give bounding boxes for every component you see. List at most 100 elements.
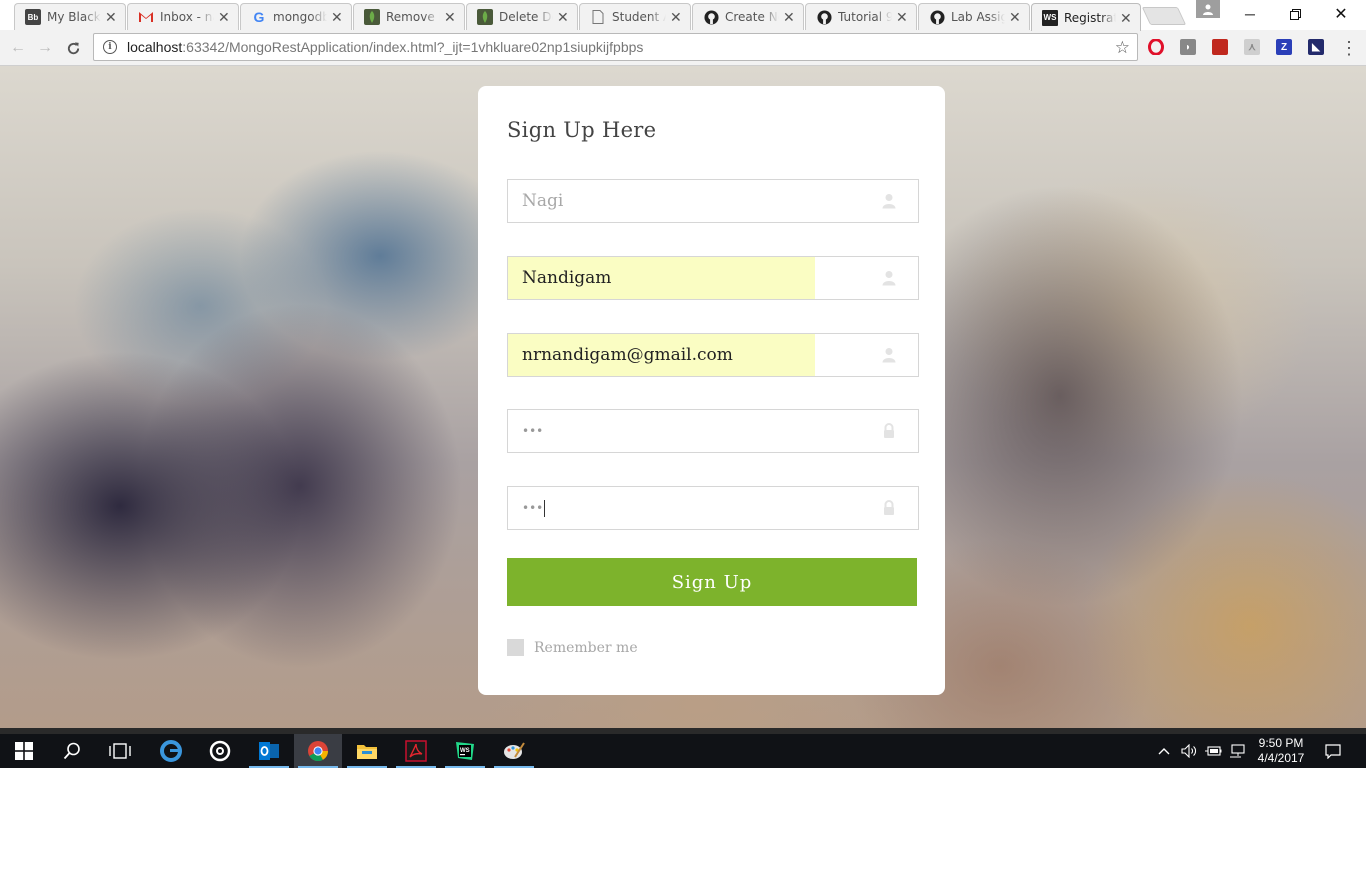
- first-name-field[interactable]: Nagi: [507, 179, 919, 223]
- browser-tab[interactable]: Inbox - na ✕: [127, 3, 239, 30]
- browser-tab[interactable]: G mongodb ✕: [240, 3, 352, 30]
- user-icon: [882, 194, 896, 209]
- signup-card: Sign Up Here Nagi Nandigam nrnandigam@gm…: [478, 86, 945, 695]
- browser-tab[interactable]: Lab Assign ✕: [918, 3, 1030, 30]
- back-icon[interactable]: ←: [6, 36, 30, 60]
- github-icon: [816, 9, 832, 25]
- minimize-icon[interactable]: ─: [1227, 0, 1273, 28]
- clock-date: 4/4/2017: [1257, 751, 1305, 765]
- form-title: Sign Up Here: [507, 118, 657, 142]
- browser-tab[interactable]: Create Ne ✕: [692, 3, 804, 30]
- browser-tab[interactable]: Tutorial 9 ✕: [805, 3, 917, 30]
- bb-icon: Bb: [25, 9, 41, 25]
- opera-icon[interactable]: [1148, 39, 1164, 55]
- url-host: localhost: [127, 39, 183, 55]
- last-name-value: Nandigam: [522, 268, 612, 288]
- action-center-icon[interactable]: [1316, 734, 1350, 768]
- extension-dashlane-icon[interactable]: ◣: [1308, 39, 1324, 55]
- tab-title: mongodb: [273, 10, 327, 24]
- svg-text:WS: WS: [460, 748, 470, 754]
- windows-taskbar: WS 9:50 PM 4/4/2017: [0, 728, 1366, 768]
- extension-pdf-icon[interactable]: ⋏: [1244, 39, 1260, 55]
- menu-kebab-icon[interactable]: ⋮: [1337, 36, 1361, 60]
- volume-icon[interactable]: [1177, 734, 1201, 768]
- github-icon: [703, 9, 719, 25]
- close-icon[interactable]: ✕: [105, 10, 117, 24]
- restore-icon[interactable]: [1272, 0, 1318, 28]
- tab-title: Tutorial 9: [838, 10, 892, 24]
- tab-title: Student A: [612, 10, 666, 24]
- confirm-password-value: •••: [522, 487, 546, 529]
- close-icon[interactable]: ✕: [218, 10, 230, 24]
- show-hidden-icons-chevron-icon[interactable]: [1152, 734, 1176, 768]
- close-icon[interactable]: ✕: [896, 10, 908, 24]
- browser-tab[interactable]: Delete Do ✕: [466, 3, 578, 30]
- close-icon[interactable]: ✕: [670, 10, 682, 24]
- profile-icon[interactable]: [1196, 0, 1220, 18]
- lock-icon: [884, 500, 894, 515]
- browser-tab-active[interactable]: WS Registratio ✕: [1031, 3, 1141, 31]
- page-background: Sign Up Here Nagi Nandigam nrnandigam@gm…: [0, 66, 1366, 728]
- remember-me-label: Remember me: [534, 639, 638, 656]
- url-path: :63342/MongoRestApplication/index.html?_…: [182, 39, 644, 55]
- outlook-icon[interactable]: [245, 734, 293, 768]
- google-icon: G: [253, 9, 265, 25]
- mongodb-leaf-icon: [364, 9, 380, 25]
- remember-me[interactable]: Remember me: [507, 639, 638, 656]
- browser-tab[interactable]: Bb My Blackb ✕: [14, 3, 126, 30]
- tab-title: Lab Assign: [951, 10, 1005, 24]
- confirm-password-dots: •••: [522, 501, 544, 515]
- confirm-password-field[interactable]: •••: [507, 486, 919, 530]
- sign-up-button[interactable]: Sign Up: [507, 558, 917, 606]
- first-name-placeholder: Nagi: [522, 191, 564, 211]
- extension-shield-icon[interactable]: ◗: [1180, 39, 1196, 55]
- mongodb-leaf-icon: [477, 9, 493, 25]
- edge-icon[interactable]: [147, 734, 195, 768]
- address-bar[interactable]: i localhost:63342/MongoRestApplication/i…: [93, 33, 1138, 61]
- chrome-icon[interactable]: [294, 734, 342, 768]
- paint-icon[interactable]: [490, 734, 538, 768]
- extension-book-icon[interactable]: [1212, 39, 1228, 55]
- webstorm-taskbar-icon[interactable]: WS: [441, 734, 489, 768]
- windows-start-icon[interactable]: [0, 734, 48, 768]
- tab-title: Inbox - na: [160, 10, 214, 24]
- close-icon[interactable]: ✕: [783, 10, 795, 24]
- acrobat-icon[interactable]: [392, 734, 440, 768]
- bookmark-star-icon[interactable]: ☆: [1115, 38, 1130, 58]
- close-icon[interactable]: ✕: [331, 10, 343, 24]
- groove-icon[interactable]: [196, 734, 244, 768]
- last-name-field[interactable]: Nandigam: [507, 256, 919, 300]
- password-field[interactable]: •••: [507, 409, 919, 453]
- tab-title: Create Ne: [725, 10, 779, 24]
- taskbar-clock[interactable]: 9:50 PM 4/4/2017: [1252, 736, 1310, 766]
- battery-icon[interactable]: [1201, 734, 1225, 768]
- browser-tab[interactable]: Student A ✕: [579, 3, 691, 30]
- close-window-icon[interactable]: ✕: [1318, 0, 1364, 28]
- close-icon[interactable]: ✕: [557, 10, 569, 24]
- document-icon: [590, 9, 606, 25]
- network-icon[interactable]: [1225, 734, 1249, 768]
- browser-tab[interactable]: Remove D ✕: [353, 3, 465, 30]
- github-icon: [929, 9, 945, 25]
- remember-me-checkbox[interactable]: [507, 639, 524, 656]
- close-icon[interactable]: ✕: [444, 10, 456, 24]
- close-icon[interactable]: ✕: [1120, 11, 1132, 25]
- info-icon[interactable]: i: [103, 40, 117, 54]
- tab-title: Remove D: [386, 10, 440, 24]
- password-value: •••: [522, 424, 544, 438]
- browser-tab-strip: Bb My Blackb ✕ Inbox - na ✕ G mongodb ✕ …: [0, 0, 1366, 31]
- tab-title: Registratio: [1064, 10, 1116, 25]
- text-caret: [544, 500, 546, 517]
- file-explorer-icon[interactable]: [343, 734, 391, 768]
- close-icon[interactable]: ✕: [1009, 10, 1021, 24]
- reload-icon[interactable]: [61, 36, 85, 60]
- email-field[interactable]: nrnandigam@gmail.com: [507, 333, 919, 377]
- new-tab-button[interactable]: [1141, 7, 1187, 25]
- lock-icon: [884, 423, 894, 438]
- forward-icon[interactable]: →: [33, 36, 57, 60]
- extension-z-icon[interactable]: Z: [1276, 39, 1292, 55]
- email-value: nrnandigam@gmail.com: [522, 345, 733, 365]
- task-view-icon[interactable]: [96, 734, 144, 768]
- search-icon[interactable]: [48, 734, 96, 768]
- user-icon: [882, 271, 896, 286]
